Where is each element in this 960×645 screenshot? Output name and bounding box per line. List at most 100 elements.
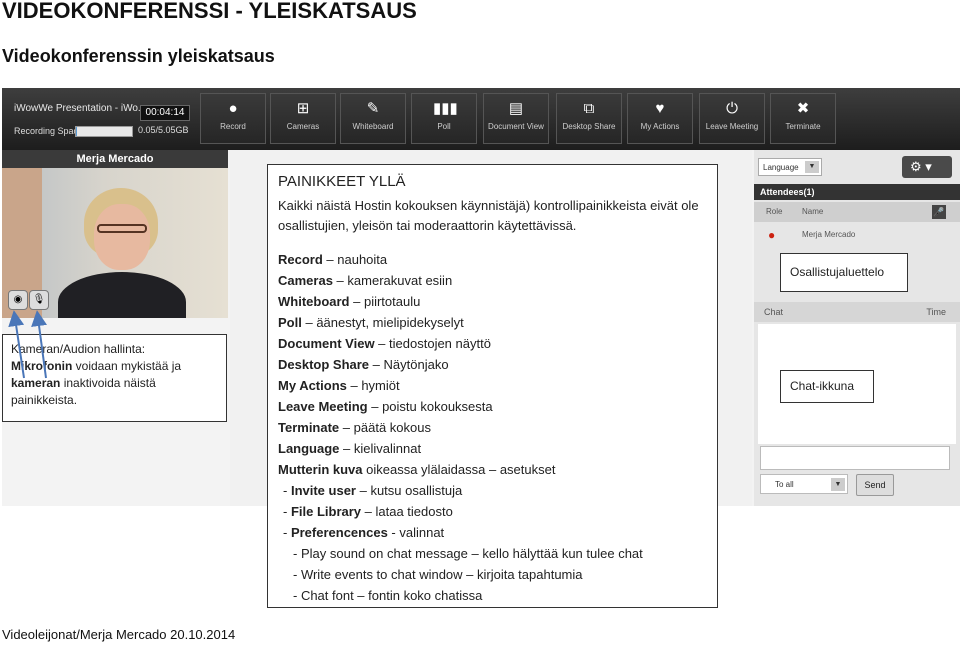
list-prefix: - bbox=[283, 483, 291, 498]
desktop-share-icon: ⧉ bbox=[583, 100, 595, 117]
my-actions-label: My Actions bbox=[640, 122, 680, 131]
list-term: Leave Meeting bbox=[278, 399, 368, 414]
document-view-icon: ▤ bbox=[508, 100, 524, 117]
list-desc: äänestyt, mielipidekyselyt bbox=[316, 315, 464, 330]
participants-callout: Osallistujaluettelo bbox=[780, 253, 908, 292]
sub-list-item: - Invite user – kutsu osallistuja bbox=[278, 480, 643, 501]
cameras-label: Cameras bbox=[286, 122, 320, 131]
record-label: Record bbox=[220, 122, 246, 131]
list-prefix: - bbox=[283, 525, 291, 540]
leave-meeting-label: Leave Meeting bbox=[705, 122, 759, 131]
list-desc: valinnat bbox=[399, 525, 445, 540]
chat-header: Chat Time bbox=[754, 302, 960, 322]
close-icon: ✖ bbox=[796, 100, 810, 117]
terminate-button[interactable]: ✖ Terminate bbox=[770, 93, 836, 144]
camera-callout-term2: kameran bbox=[11, 376, 61, 390]
list-desc: tiedostojen näyttö bbox=[389, 336, 491, 351]
pref-list-item: - Write events to chat window – kirjoita… bbox=[293, 567, 583, 582]
chat-input[interactable] bbox=[760, 446, 950, 470]
heart-icon: ♥ bbox=[655, 100, 665, 117]
list-item: Mutterin kuva oikeassa ylälaidassa – ase… bbox=[278, 459, 643, 480]
list-term: Document View bbox=[278, 336, 375, 351]
language-dropdown[interactable]: Language ▼ bbox=[758, 158, 822, 176]
pref-list-item: - Chat font – fontin koko chatissa bbox=[293, 588, 483, 603]
sub-list-item: - File Library – lataa tiedosto bbox=[278, 501, 643, 522]
list-item: Document View – tiedostojen näyttö bbox=[278, 333, 643, 354]
poll-label: Poll bbox=[437, 122, 451, 131]
video-feed: ◉ 🎙 bbox=[2, 168, 228, 318]
list-desc: hymiöt bbox=[361, 378, 400, 393]
camera-toggle-icon[interactable]: ◉ bbox=[8, 290, 28, 310]
power-icon: ⏻ bbox=[726, 100, 738, 117]
page-subtitle: Videokonferenssin yleiskatsaus bbox=[2, 46, 275, 66]
list-sep: – bbox=[322, 252, 338, 267]
list-desc: piirtotaulu bbox=[363, 294, 421, 309]
user-icon: ● bbox=[768, 228, 776, 242]
list-sep: – bbox=[367, 399, 383, 414]
list-sep: – bbox=[361, 504, 376, 519]
list-term: Desktop Share bbox=[278, 357, 370, 372]
poll-button[interactable]: ▮▮▮ Poll bbox=[411, 93, 477, 144]
settings-button[interactable]: ⚙ ▾ bbox=[902, 156, 952, 178]
list-desc: päätä kokous bbox=[353, 420, 431, 435]
list-sep: – bbox=[355, 483, 371, 498]
cameras-button[interactable]: ⊞ Cameras bbox=[270, 93, 336, 144]
list-item: Cameras – kamerakuvat esiin bbox=[278, 270, 643, 291]
record-button[interactable]: ● Record bbox=[200, 93, 266, 144]
whiteboard-button[interactable]: ✎ Whiteboard bbox=[340, 93, 406, 144]
callout-header: PAINIKKEET YLLÄ bbox=[278, 173, 406, 190]
footer-credit: Videoleijonat/Merja Mercado 20.10.2014 bbox=[2, 627, 236, 642]
attendee-name: Merja Mercado bbox=[802, 230, 856, 239]
camera-callout-line1: Kameran/Audion hallinta: bbox=[11, 342, 146, 356]
list-desc: nauhoita bbox=[337, 252, 388, 267]
list-desc: oikeassa ylälaidassa – asetukset bbox=[366, 462, 556, 477]
whiteboard-label: Whiteboard bbox=[352, 122, 394, 131]
list-desc: poistu kokouksesta bbox=[382, 399, 493, 414]
list-term: Language bbox=[278, 441, 340, 456]
toolbar: iWowWe Presentation - iWo... 00:04:14 Re… bbox=[2, 88, 960, 150]
name-column-header: Name bbox=[802, 207, 824, 216]
list-desc: kielivalinnat bbox=[353, 441, 422, 456]
list-item: Record – nauhoita bbox=[278, 249, 643, 270]
list-term: Mutterin kuva bbox=[278, 462, 363, 477]
right-panel: Language ▼ ⚙ ▾ Attendees(1) Role Name 🎤 … bbox=[754, 150, 960, 506]
list-item: Poll – äänestyt, mielipidekyselyt bbox=[278, 312, 643, 333]
recipient-dropdown[interactable]: To all ▼ bbox=[760, 474, 848, 494]
pref-list-item: - Play sound on chat message – kello häl… bbox=[293, 546, 643, 561]
window-title: iWowWe Presentation - iWo... bbox=[14, 103, 147, 114]
camera-callout-term1: Mikrofonin bbox=[11, 359, 73, 373]
my-actions-button[interactable]: ♥ My Actions bbox=[627, 93, 693, 144]
list-sep: – bbox=[332, 273, 348, 288]
list-sep: – bbox=[349, 294, 364, 309]
list-desc: kutsu osallistuja bbox=[370, 483, 463, 498]
meeting-timer: 00:04:14 bbox=[140, 105, 190, 121]
list-term: Cameras bbox=[278, 273, 333, 288]
send-button[interactable]: Send bbox=[856, 474, 894, 496]
page-title: VIDEOKONFERENSSI - YLEISKATSAUS bbox=[2, 0, 417, 23]
time-label: Time bbox=[926, 307, 946, 317]
callout-list: Record – nauhoita Cameras – kamerakuvat … bbox=[278, 249, 643, 606]
chat-callout: Chat-ikkuna bbox=[780, 370, 874, 403]
recording-space-bar bbox=[75, 126, 133, 137]
list-sep: – bbox=[339, 420, 354, 435]
list-item: My Actions – hymiöt bbox=[278, 375, 643, 396]
camera-callout-text1: voidaan mykistää ja bbox=[72, 359, 182, 373]
list-term: Whiteboard bbox=[278, 294, 350, 309]
attendee-row[interactable]: ● Merja Mercado bbox=[754, 224, 960, 246]
list-item: Leave Meeting – poistu kokouksesta bbox=[278, 396, 643, 417]
attendees-columns: Role Name 🎤 bbox=[754, 202, 960, 222]
document-view-button[interactable]: ▤ Document View bbox=[483, 93, 549, 144]
leave-meeting-button[interactable]: ⏻ Leave Meeting bbox=[699, 93, 765, 144]
desktop-share-button[interactable]: ⧉ Desktop Share bbox=[556, 93, 622, 144]
list-sep: - bbox=[387, 525, 400, 540]
cameras-icon: ⊞ bbox=[296, 100, 310, 117]
list-item: Terminate – päätä kokous bbox=[278, 417, 643, 438]
callout-intro: Kaikki näistä Hostin kokouksen käynnistä… bbox=[278, 198, 699, 233]
list-term: Record bbox=[278, 252, 323, 267]
poll-icon: ▮▮▮ bbox=[433, 100, 458, 117]
chevron-down-icon: ▼ bbox=[805, 161, 819, 173]
chevron-down-icon: ▼ bbox=[831, 478, 845, 491]
microphone-icon[interactable]: 🎤 bbox=[932, 205, 946, 219]
microphone-toggle-icon[interactable]: 🎙 bbox=[29, 290, 49, 310]
camera-audio-callout: Kameran/Audion hallinta: Mikrofonin void… bbox=[2, 334, 227, 422]
